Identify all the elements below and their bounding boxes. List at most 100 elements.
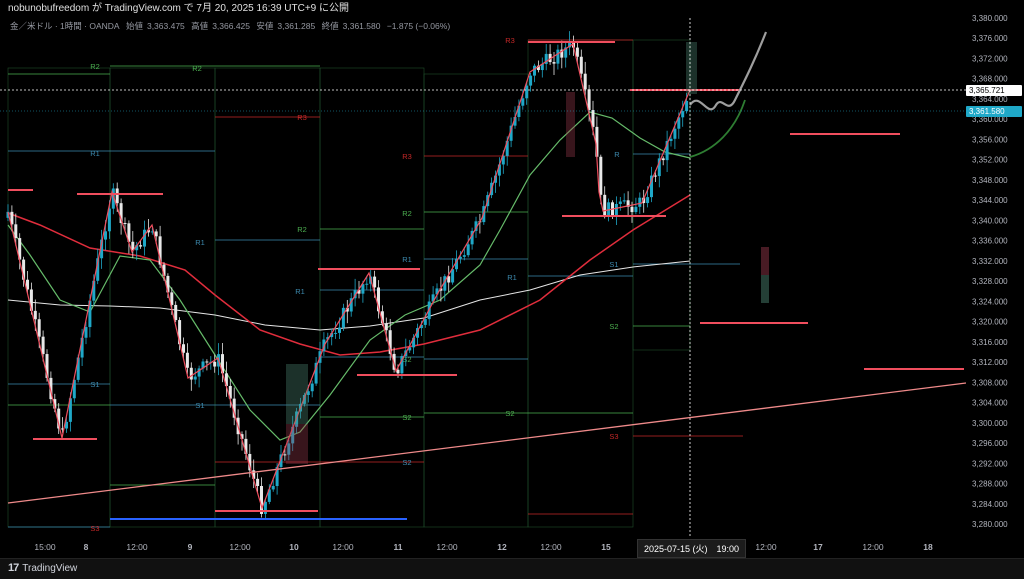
highlight-box xyxy=(761,275,769,303)
pivot-label: S1 xyxy=(90,380,99,389)
pivot-label: S2 xyxy=(609,322,618,331)
pivot-label: S3 xyxy=(609,432,618,441)
candle-body xyxy=(630,206,634,213)
candle-body xyxy=(33,310,37,320)
candle-body xyxy=(384,323,388,331)
pivot-box xyxy=(527,39,634,528)
candle-body xyxy=(552,62,556,64)
y-tick-label: 3,324.000 xyxy=(972,297,1008,306)
footer-bar: 17 TradingView xyxy=(0,558,1024,579)
candle-body xyxy=(115,188,119,204)
candle-body xyxy=(533,65,536,76)
candle-body xyxy=(154,231,158,237)
candle-body xyxy=(143,229,146,247)
y-tick-label: 3,288.000 xyxy=(972,480,1008,489)
pivot-label: S1 xyxy=(609,260,618,269)
pivot-label: R1 xyxy=(90,149,100,158)
x-tick-label: 10 xyxy=(289,542,299,552)
candle-body xyxy=(603,194,607,217)
x-tick-label: 12:00 xyxy=(755,542,777,552)
tradingview-logo[interactable]: 17 TradingView xyxy=(8,562,77,574)
projection-green xyxy=(689,99,746,158)
x-tick-label: 12:00 xyxy=(126,542,148,552)
candle-body xyxy=(466,244,470,256)
brand-name: TradingView xyxy=(22,562,78,574)
y-tick-label: 3,296.000 xyxy=(972,439,1008,448)
candle-body xyxy=(271,486,275,490)
y-tick-label: 3,300.000 xyxy=(972,419,1008,428)
candle-body xyxy=(669,138,673,142)
candle-body xyxy=(661,158,665,161)
candle-body xyxy=(14,224,18,239)
candle-body xyxy=(579,56,583,74)
candle-body xyxy=(622,200,626,202)
time-axis[interactable]: 15:00 8 12:00 9 12:00 10 12:00 11 12:00 12 12:00 15… xyxy=(0,538,1024,558)
candle-body xyxy=(673,128,677,139)
pivot-label: R1 xyxy=(402,255,412,264)
candle-body xyxy=(618,201,622,204)
candle-body xyxy=(205,361,209,363)
candle-body xyxy=(653,175,657,177)
x-tick-label: 15:00 xyxy=(34,542,56,552)
x-tick-label: 18 xyxy=(923,542,933,552)
price-chart[interactable]: R2 R2 R1 R3 R1 R2 R3 R2 R1 R1 R1 R3 R S1 S1 S1 S2 S2 S2 S2 S… xyxy=(0,0,1024,578)
candle-body xyxy=(139,245,143,247)
candle-body xyxy=(283,454,287,456)
y-tick-label: 3,320.000 xyxy=(972,318,1008,327)
candle-body xyxy=(373,276,377,288)
chart-annotations xyxy=(7,39,691,528)
candle-body xyxy=(41,336,45,355)
x-tick-label: 9 xyxy=(188,542,193,552)
pivot-label: S3 xyxy=(90,524,99,533)
pivot-label: R2 xyxy=(192,64,202,73)
y-tick-label: 3,340.000 xyxy=(972,216,1008,225)
x-tick-label: 17 xyxy=(813,542,823,552)
candle-body xyxy=(462,255,466,257)
ma200-line xyxy=(7,260,691,331)
pivot-label: S1 xyxy=(195,401,204,410)
candle-body xyxy=(556,49,560,64)
candle-body xyxy=(189,367,193,380)
drawings xyxy=(0,18,967,538)
candle-body xyxy=(638,197,642,207)
y-tick-label: 3,352.000 xyxy=(972,156,1008,165)
candle-body xyxy=(575,47,579,57)
y-tick-label: 3,332.000 xyxy=(972,257,1008,266)
candle-body xyxy=(521,98,525,106)
candle-body xyxy=(174,304,178,321)
pivot-label: R xyxy=(614,150,620,159)
pivot-label: R1 xyxy=(295,287,305,296)
y-tick-label: 3,336.000 xyxy=(972,237,1008,246)
pivot-label: R2 xyxy=(402,209,412,218)
x-tick-label: 12:00 xyxy=(436,542,458,552)
crosshair-date-label: 2025-07-15 (火) 19:00 xyxy=(637,539,747,558)
highlight-box xyxy=(286,364,308,424)
candle-body xyxy=(104,231,107,240)
x-tick-label: 8 xyxy=(84,542,89,552)
x-tick-label: 12 xyxy=(497,542,507,552)
pivot-label: R1 xyxy=(195,238,205,247)
highlight-box xyxy=(686,42,697,94)
y-tick-label: 3,380.000 xyxy=(972,14,1008,23)
highlight-box xyxy=(761,247,769,275)
trend-line xyxy=(7,382,967,504)
x-tick-label: 12:00 xyxy=(332,542,354,552)
y-tick-label: 3,372.000 xyxy=(972,54,1008,63)
candle-body xyxy=(193,376,197,380)
y-tick-label: 3,376.000 xyxy=(972,34,1008,43)
projection-grey xyxy=(689,31,768,111)
x-tick-label: 11 xyxy=(394,542,403,552)
highlight-box xyxy=(566,92,575,157)
candle-body xyxy=(599,156,603,195)
x-tick-label: 12:00 xyxy=(229,542,251,552)
pivot-label: R1 xyxy=(507,273,517,282)
candle-body xyxy=(614,203,618,217)
candle-body xyxy=(256,478,260,487)
y-tick-label: 3,308.000 xyxy=(972,378,1008,387)
pivot-label: S2 xyxy=(505,409,514,418)
price-axis[interactable]: 3,380.0003,376.0003,372.0003,368.0003,36… xyxy=(966,0,1024,538)
pivot-label: R3 xyxy=(402,152,412,161)
pivot-box xyxy=(109,67,216,528)
y-tick-label: 3,328.000 xyxy=(972,277,1008,286)
candle-body xyxy=(260,486,263,514)
